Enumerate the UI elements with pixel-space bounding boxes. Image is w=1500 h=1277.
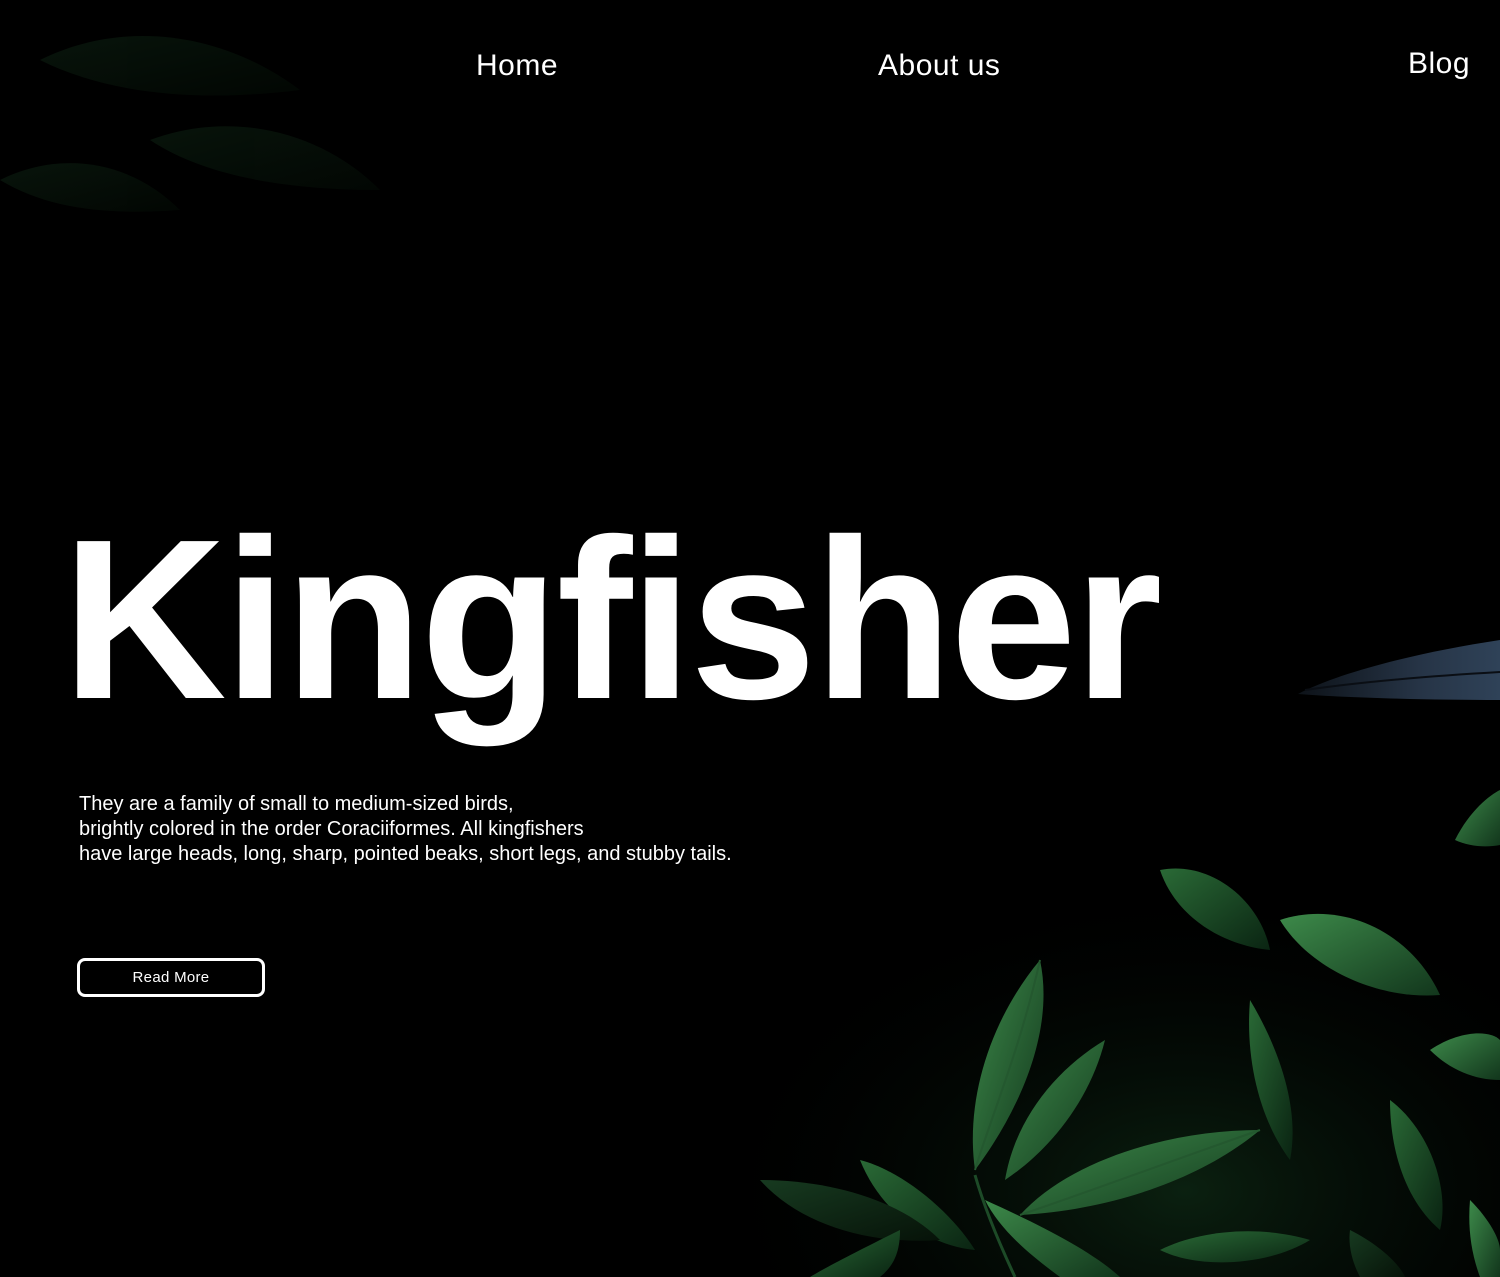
- hero-description-line: They are a family of small to medium-siz…: [79, 793, 514, 815]
- hero-description: They are a family of small to medium-siz…: [79, 792, 732, 867]
- hero-description-line: brightly colored in the order Coraciifor…: [79, 818, 584, 840]
- nav-home-link[interactable]: Home: [476, 48, 558, 84]
- nav-about-link[interactable]: About us: [878, 48, 1000, 84]
- nav-blog-link[interactable]: Blog: [1408, 46, 1470, 82]
- read-more-button[interactable]: Read More: [77, 958, 265, 997]
- hero-description-line: have large heads, long, sharp, pointed b…: [79, 843, 732, 865]
- hero-title: Kingfisher: [62, 493, 1162, 747]
